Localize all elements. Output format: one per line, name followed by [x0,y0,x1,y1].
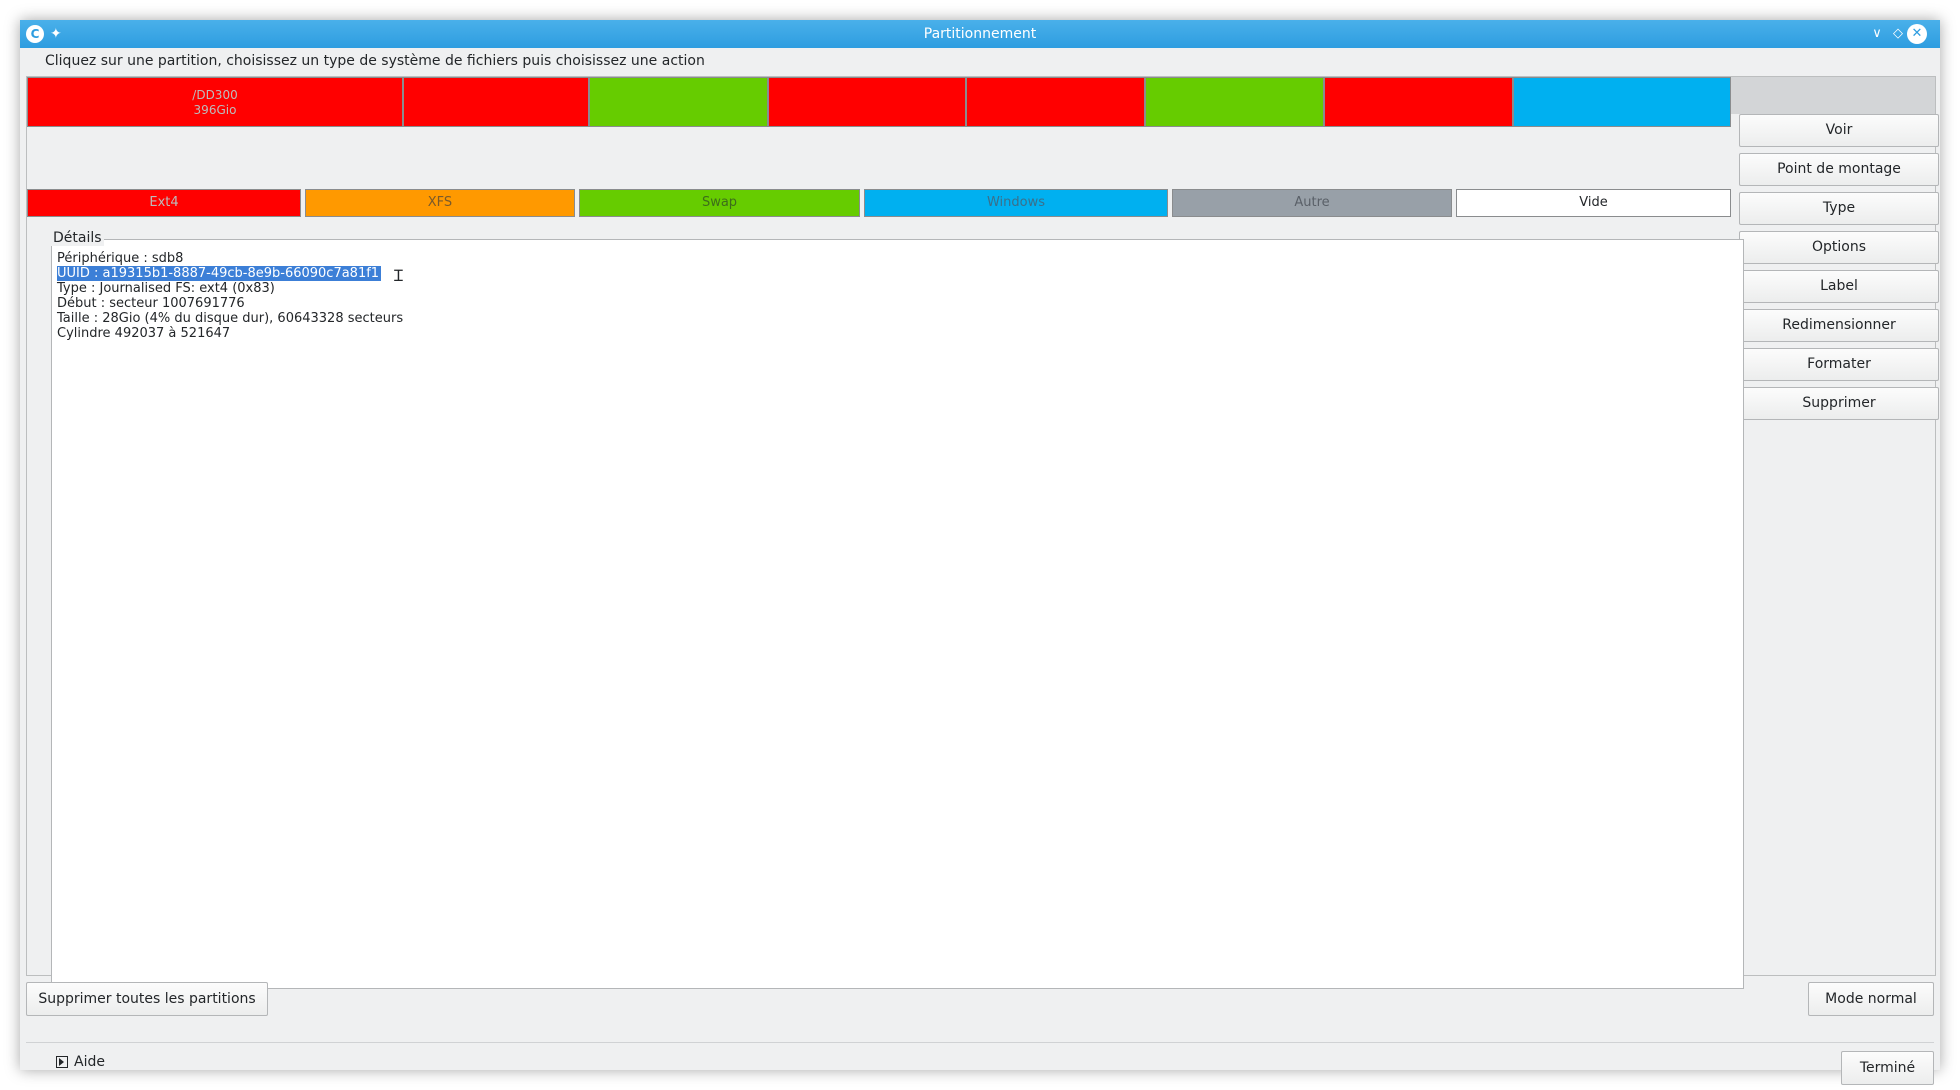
fs-type-windows[interactable]: Windows [864,189,1168,217]
partition-mount-label: /DD300 [192,88,238,102]
label-button[interactable]: Label [1739,270,1939,303]
resize-button[interactable]: Redimensionner [1739,309,1939,342]
detail-device: Périphérique : sdb8 [57,251,184,266]
help-label: Aide [74,1054,105,1070]
done-button[interactable]: Terminé [1841,1051,1934,1085]
delete-all-partitions-button[interactable]: Supprimer toutes les partitions [26,982,268,1016]
window-title: Partitionnement [923,26,1037,42]
fs-type-ext4[interactable]: Ext4 [27,189,301,217]
detail-size: Taille : 28Gio (4% du disque dur), 60643… [57,311,404,326]
fs-type-xfs[interactable]: XFS [305,189,575,217]
partition-segment[interactable] [1324,77,1513,127]
format-button[interactable]: Formater [1739,348,1939,381]
detail-start: Début : secteur 1007691776 [57,296,245,311]
title-bar[interactable]: C ✦ Partitionnement ∨ ◇ ✕ [20,20,1940,48]
instruction-text: Cliquez sur une partition, choisissez un… [45,53,705,69]
partition-segment[interactable] [1145,77,1324,127]
type-button[interactable]: Type [1739,192,1939,225]
help-toggle[interactable]: Aide [56,1054,105,1070]
details-title: Détails [51,230,104,246]
partition-sdb1[interactable]: /DD300 396Gio [27,77,403,127]
fs-type-other[interactable]: Autre [1172,189,1452,217]
divider [26,1042,1934,1043]
fs-type-swap[interactable]: Swap [579,189,860,217]
mode-normal-button[interactable]: Mode normal [1808,982,1934,1016]
diamond-icon[interactable]: ◇ [1887,23,1909,45]
view-button[interactable]: Voir [1739,114,1939,147]
partition-segment[interactable] [403,77,589,127]
details-text-area[interactable]: Périphérique : sdb8 UUID : a19315b1-8887… [51,239,1744,989]
chevron-down-icon[interactable]: ∨ [1866,23,1888,45]
detail-uuid[interactable]: UUID : a19315b1-8887-49cb-8e9b-66090c7a8… [57,266,382,281]
partition-segment[interactable] [589,77,768,127]
detail-type: Type : Journalised FS: ext4 (0x83) [57,281,275,296]
partition-segment[interactable] [966,77,1145,127]
options-button[interactable]: Options [1739,231,1939,264]
close-icon[interactable]: ✕ [1907,24,1927,44]
partition-segment[interactable] [1513,77,1731,127]
expand-arrow-icon [56,1056,68,1068]
partition-window: C ✦ Partitionnement ∨ ◇ ✕ Cliquez sur un… [20,20,1940,1085]
text-cursor-icon: Ɪ [394,266,403,285]
mount-point-button[interactable]: Point de montage [1739,153,1939,186]
delete-button[interactable]: Supprimer [1739,387,1939,420]
partition-size-label: 396Gio [193,103,237,117]
fs-type-empty[interactable]: Vide [1456,189,1731,217]
detail-cylinders: Cylindre 492037 à 521647 [57,326,231,341]
partition-segment[interactable] [768,77,966,127]
